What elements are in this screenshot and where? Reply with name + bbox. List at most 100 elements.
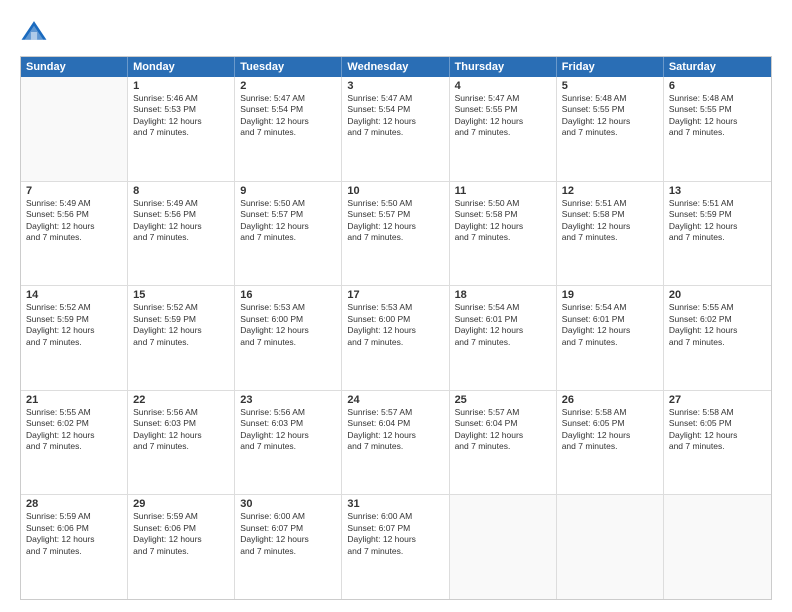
day-number: 18 xyxy=(455,289,551,301)
day-info: Sunrise: 5:47 AM Sunset: 5:54 PM Dayligh… xyxy=(347,93,443,139)
day-info: Sunrise: 5:56 AM Sunset: 6:03 PM Dayligh… xyxy=(133,407,229,453)
calendar-row: 28Sunrise: 5:59 AM Sunset: 6:06 PM Dayli… xyxy=(21,495,771,599)
calendar-cell xyxy=(557,495,664,599)
calendar-cell: 19Sunrise: 5:54 AM Sunset: 6:01 PM Dayli… xyxy=(557,286,664,390)
calendar-cell: 30Sunrise: 6:00 AM Sunset: 6:07 PM Dayli… xyxy=(235,495,342,599)
day-info: Sunrise: 5:48 AM Sunset: 5:55 PM Dayligh… xyxy=(562,93,658,139)
day-info: Sunrise: 5:51 AM Sunset: 5:58 PM Dayligh… xyxy=(562,198,658,244)
day-number: 20 xyxy=(669,289,766,301)
day-number: 4 xyxy=(455,80,551,92)
calendar-cell: 26Sunrise: 5:58 AM Sunset: 6:05 PM Dayli… xyxy=(557,391,664,495)
day-number: 6 xyxy=(669,80,766,92)
day-number: 14 xyxy=(26,289,122,301)
day-info: Sunrise: 5:48 AM Sunset: 5:55 PM Dayligh… xyxy=(669,93,766,139)
header-day: Wednesday xyxy=(342,57,449,77)
day-info: Sunrise: 5:49 AM Sunset: 5:56 PM Dayligh… xyxy=(26,198,122,244)
day-info: Sunrise: 5:49 AM Sunset: 5:56 PM Dayligh… xyxy=(133,198,229,244)
day-info: Sunrise: 6:00 AM Sunset: 6:07 PM Dayligh… xyxy=(347,511,443,557)
day-number: 2 xyxy=(240,80,336,92)
day-number: 26 xyxy=(562,394,658,406)
day-info: Sunrise: 5:55 AM Sunset: 6:02 PM Dayligh… xyxy=(26,407,122,453)
calendar-cell: 12Sunrise: 5:51 AM Sunset: 5:58 PM Dayli… xyxy=(557,182,664,286)
calendar-cell: 8Sunrise: 5:49 AM Sunset: 5:56 PM Daylig… xyxy=(128,182,235,286)
day-number: 28 xyxy=(26,498,122,510)
logo xyxy=(20,18,52,46)
calendar-cell: 4Sunrise: 5:47 AM Sunset: 5:55 PM Daylig… xyxy=(450,77,557,181)
day-info: Sunrise: 6:00 AM Sunset: 6:07 PM Dayligh… xyxy=(240,511,336,557)
calendar-cell: 2Sunrise: 5:47 AM Sunset: 5:54 PM Daylig… xyxy=(235,77,342,181)
day-number: 9 xyxy=(240,185,336,197)
calendar-cell: 22Sunrise: 5:56 AM Sunset: 6:03 PM Dayli… xyxy=(128,391,235,495)
day-number: 22 xyxy=(133,394,229,406)
day-info: Sunrise: 5:50 AM Sunset: 5:57 PM Dayligh… xyxy=(347,198,443,244)
day-number: 29 xyxy=(133,498,229,510)
calendar-cell: 21Sunrise: 5:55 AM Sunset: 6:02 PM Dayli… xyxy=(21,391,128,495)
day-number: 1 xyxy=(133,80,229,92)
calendar-header: SundayMondayTuesdayWednesdayThursdayFrid… xyxy=(21,57,771,77)
day-number: 17 xyxy=(347,289,443,301)
day-info: Sunrise: 5:58 AM Sunset: 6:05 PM Dayligh… xyxy=(562,407,658,453)
calendar-cell: 28Sunrise: 5:59 AM Sunset: 6:06 PM Dayli… xyxy=(21,495,128,599)
calendar-cell: 7Sunrise: 5:49 AM Sunset: 5:56 PM Daylig… xyxy=(21,182,128,286)
calendar-cell: 6Sunrise: 5:48 AM Sunset: 5:55 PM Daylig… xyxy=(664,77,771,181)
calendar: SundayMondayTuesdayWednesdayThursdayFrid… xyxy=(20,56,772,600)
calendar-cell: 31Sunrise: 6:00 AM Sunset: 6:07 PM Dayli… xyxy=(342,495,449,599)
calendar-cell: 9Sunrise: 5:50 AM Sunset: 5:57 PM Daylig… xyxy=(235,182,342,286)
header-day: Friday xyxy=(557,57,664,77)
day-info: Sunrise: 5:59 AM Sunset: 6:06 PM Dayligh… xyxy=(26,511,122,557)
calendar-cell: 1Sunrise: 5:46 AM Sunset: 5:53 PM Daylig… xyxy=(128,77,235,181)
day-info: Sunrise: 5:56 AM Sunset: 6:03 PM Dayligh… xyxy=(240,407,336,453)
day-info: Sunrise: 5:51 AM Sunset: 5:59 PM Dayligh… xyxy=(669,198,766,244)
day-number: 11 xyxy=(455,185,551,197)
header-day: Tuesday xyxy=(235,57,342,77)
calendar-cell: 20Sunrise: 5:55 AM Sunset: 6:02 PM Dayli… xyxy=(664,286,771,390)
calendar-cell: 16Sunrise: 5:53 AM Sunset: 6:00 PM Dayli… xyxy=(235,286,342,390)
day-number: 23 xyxy=(240,394,336,406)
day-info: Sunrise: 5:58 AM Sunset: 6:05 PM Dayligh… xyxy=(669,407,766,453)
calendar-cell: 15Sunrise: 5:52 AM Sunset: 5:59 PM Dayli… xyxy=(128,286,235,390)
calendar-cell: 29Sunrise: 5:59 AM Sunset: 6:06 PM Dayli… xyxy=(128,495,235,599)
logo-icon xyxy=(20,18,48,46)
day-info: Sunrise: 5:57 AM Sunset: 6:04 PM Dayligh… xyxy=(455,407,551,453)
day-number: 7 xyxy=(26,185,122,197)
header xyxy=(20,18,772,46)
day-number: 5 xyxy=(562,80,658,92)
day-number: 19 xyxy=(562,289,658,301)
calendar-cell xyxy=(21,77,128,181)
day-info: Sunrise: 5:59 AM Sunset: 6:06 PM Dayligh… xyxy=(133,511,229,557)
page: SundayMondayTuesdayWednesdayThursdayFrid… xyxy=(0,0,792,612)
calendar-cell: 13Sunrise: 5:51 AM Sunset: 5:59 PM Dayli… xyxy=(664,182,771,286)
day-info: Sunrise: 5:53 AM Sunset: 6:00 PM Dayligh… xyxy=(240,302,336,348)
day-info: Sunrise: 5:47 AM Sunset: 5:55 PM Dayligh… xyxy=(455,93,551,139)
day-number: 3 xyxy=(347,80,443,92)
day-number: 16 xyxy=(240,289,336,301)
day-info: Sunrise: 5:47 AM Sunset: 5:54 PM Dayligh… xyxy=(240,93,336,139)
calendar-row: 1Sunrise: 5:46 AM Sunset: 5:53 PM Daylig… xyxy=(21,77,771,182)
calendar-cell: 14Sunrise: 5:52 AM Sunset: 5:59 PM Dayli… xyxy=(21,286,128,390)
calendar-cell: 10Sunrise: 5:50 AM Sunset: 5:57 PM Dayli… xyxy=(342,182,449,286)
calendar-cell: 17Sunrise: 5:53 AM Sunset: 6:00 PM Dayli… xyxy=(342,286,449,390)
calendar-cell: 3Sunrise: 5:47 AM Sunset: 5:54 PM Daylig… xyxy=(342,77,449,181)
calendar-cell: 24Sunrise: 5:57 AM Sunset: 6:04 PM Dayli… xyxy=(342,391,449,495)
calendar-body: 1Sunrise: 5:46 AM Sunset: 5:53 PM Daylig… xyxy=(21,77,771,599)
day-info: Sunrise: 5:46 AM Sunset: 5:53 PM Dayligh… xyxy=(133,93,229,139)
day-info: Sunrise: 5:54 AM Sunset: 6:01 PM Dayligh… xyxy=(562,302,658,348)
day-number: 8 xyxy=(133,185,229,197)
day-number: 31 xyxy=(347,498,443,510)
day-info: Sunrise: 5:54 AM Sunset: 6:01 PM Dayligh… xyxy=(455,302,551,348)
calendar-cell: 5Sunrise: 5:48 AM Sunset: 5:55 PM Daylig… xyxy=(557,77,664,181)
day-number: 12 xyxy=(562,185,658,197)
day-info: Sunrise: 5:57 AM Sunset: 6:04 PM Dayligh… xyxy=(347,407,443,453)
day-info: Sunrise: 5:52 AM Sunset: 5:59 PM Dayligh… xyxy=(133,302,229,348)
day-number: 24 xyxy=(347,394,443,406)
day-number: 13 xyxy=(669,185,766,197)
calendar-row: 7Sunrise: 5:49 AM Sunset: 5:56 PM Daylig… xyxy=(21,182,771,287)
day-number: 30 xyxy=(240,498,336,510)
day-info: Sunrise: 5:53 AM Sunset: 6:00 PM Dayligh… xyxy=(347,302,443,348)
day-number: 21 xyxy=(26,394,122,406)
calendar-cell xyxy=(664,495,771,599)
day-number: 27 xyxy=(669,394,766,406)
calendar-row: 21Sunrise: 5:55 AM Sunset: 6:02 PM Dayli… xyxy=(21,391,771,496)
day-number: 25 xyxy=(455,394,551,406)
calendar-row: 14 Sunrise: 5:52 AM Sunset: 5:59 PM Dayli… xyxy=(21,286,771,391)
